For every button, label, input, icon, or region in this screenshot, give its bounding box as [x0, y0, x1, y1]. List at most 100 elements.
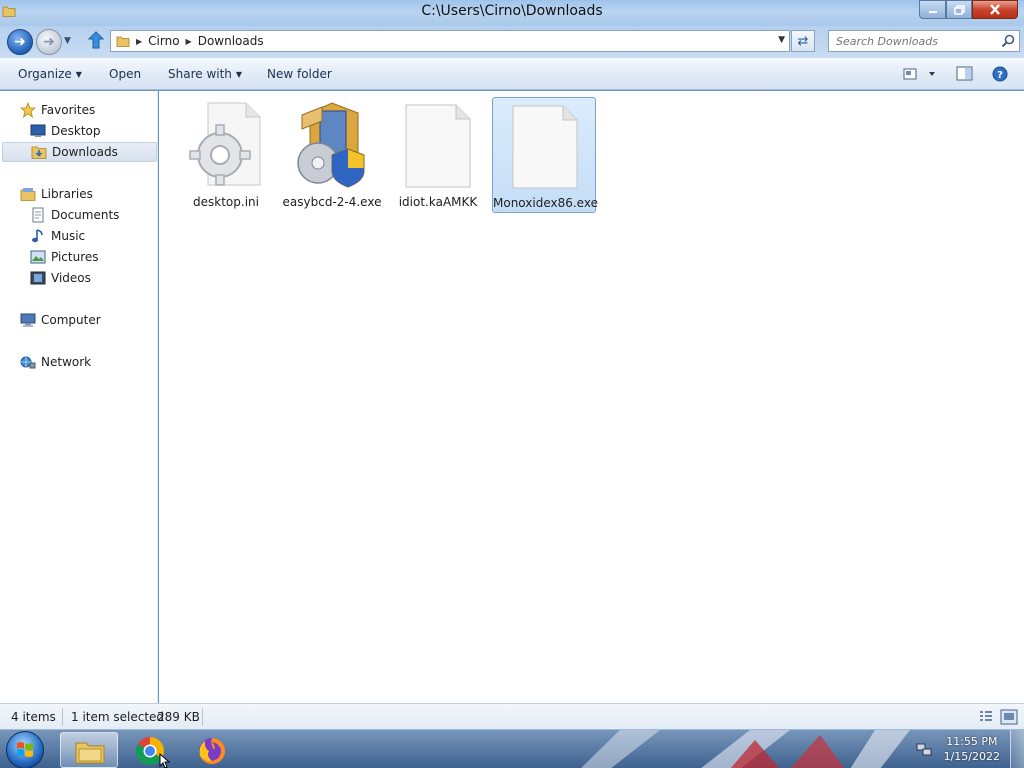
nav-network[interactable]: Network: [20, 352, 91, 372]
nav-videos[interactable]: Videos: [30, 268, 91, 288]
large-icons-view-icon[interactable]: [1000, 709, 1018, 725]
minimize-button[interactable]: [919, 0, 946, 19]
nav-desktop[interactable]: Desktop: [30, 121, 101, 141]
selection-size: 289 KB: [157, 710, 200, 724]
recent-pages-dropdown[interactable]: ▼: [64, 36, 71, 46]
up-folder-button[interactable]: [86, 31, 106, 53]
back-button[interactable]: ➜: [7, 29, 33, 55]
close-icon: [990, 4, 1000, 15]
window-title: C:\Users\Cirno\Downloads: [421, 3, 603, 19]
organize-button[interactable]: Organize ▼: [18, 67, 82, 81]
forward-button[interactable]: ➜: [36, 29, 62, 55]
breadcrumb-downloads[interactable]: Downloads: [198, 34, 264, 48]
blank-file-icon: [405, 104, 471, 188]
refresh-icon: ⇄: [797, 33, 809, 49]
search-icon[interactable]: [1001, 34, 1015, 48]
maximize-button[interactable]: [946, 0, 972, 19]
svg-text:?: ?: [997, 70, 1003, 81]
share-with-label: Share with: [168, 67, 232, 81]
breadcrumb-cirno[interactable]: Cirno: [148, 34, 179, 48]
nav-network-label: Network: [41, 355, 92, 369]
blank-file-icon: [512, 105, 578, 189]
nav-favorites-label: Favorites: [41, 103, 96, 117]
new-folder-button[interactable]: New folder: [267, 67, 332, 81]
up-arrow-icon: [87, 31, 105, 49]
file-list-view[interactable]: desktop.ini easybcd-2-4.exe idiot.kaAMKK…: [159, 91, 1024, 703]
nav-pictures[interactable]: Pictures: [30, 247, 99, 267]
forward-arrow-icon: ➜: [43, 34, 55, 50]
documents-icon: [32, 207, 44, 223]
file-item-idiot[interactable]: idiot.kaAMKK: [386, 97, 490, 213]
show-desktop-button[interactable]: [1010, 730, 1024, 768]
nav-music[interactable]: Music: [30, 226, 85, 246]
file-item-monoxidex86[interactable]: Monoxidex86.exe: [492, 97, 598, 213]
nav-downloads-label: Downloads: [52, 145, 118, 159]
downloads-folder-icon: [31, 146, 47, 159]
back-arrow-icon: ➜: [14, 34, 26, 50]
views-icon: [903, 68, 935, 80]
address-bar-row: ➜ ➜ ▼ ▶ Cirno ▶ Downloads ▼ ⇄: [0, 26, 1024, 58]
window-controls: [919, 0, 1018, 19]
installer-icon: [297, 102, 365, 188]
preview-pane-button[interactable]: [956, 66, 974, 82]
pictures-icon: [30, 250, 46, 264]
change-view-button[interactable]: [903, 66, 941, 82]
help-button[interactable]: ?: [992, 66, 1008, 82]
computer-icon: [20, 313, 36, 327]
settings-file-icon: [189, 102, 261, 186]
address-input[interactable]: ▶ Cirno ▶ Downloads ▼: [110, 30, 790, 52]
nav-videos-label: Videos: [51, 271, 91, 285]
status-divider: [202, 708, 203, 726]
taskbar-explorer-button[interactable]: [60, 732, 118, 768]
nav-downloads[interactable]: Downloads: [2, 142, 157, 162]
chevron-down-icon: ▼: [235, 70, 243, 79]
nav-computer-label: Computer: [41, 313, 101, 327]
search-input[interactable]: [829, 31, 994, 51]
breadcrumb-separator-icon[interactable]: ▶: [186, 37, 192, 46]
taskbar-firefox-button[interactable]: [184, 732, 242, 768]
nav-documents[interactable]: Documents: [30, 205, 119, 225]
libraries-icon: [20, 188, 36, 201]
taskbar-chrome-button[interactable]: [122, 732, 180, 768]
close-button[interactable]: [972, 0, 1018, 19]
file-name: easybcd-2-4.exe: [282, 195, 382, 209]
firefox-icon: [199, 738, 225, 764]
nav-computer[interactable]: Computer: [20, 310, 101, 330]
file-name: idiot.kaAMKK: [398, 195, 478, 209]
file-name: Monoxidex86.exe: [493, 196, 598, 210]
search-box[interactable]: [828, 30, 1020, 52]
folder-icon: [116, 36, 130, 47]
minimize-icon: [928, 10, 937, 13]
share-with-button[interactable]: Share with ▼: [168, 67, 242, 81]
open-button[interactable]: Open: [109, 67, 141, 81]
music-icon: [32, 229, 43, 243]
nav-favorites[interactable]: Favorites: [20, 100, 95, 120]
selection-count: 1 item selected: [71, 710, 165, 724]
star-icon: [20, 102, 36, 118]
item-count: 4 items: [11, 710, 56, 724]
start-button[interactable]: [6, 731, 44, 768]
file-item-easybcd[interactable]: easybcd-2-4.exe: [280, 97, 384, 213]
nav-libraries[interactable]: Libraries: [20, 184, 93, 204]
details-view-icon[interactable]: [978, 709, 994, 725]
nav-pictures-label: Pictures: [51, 250, 99, 264]
network-tray-icon[interactable]: [916, 741, 932, 757]
videos-icon: [30, 271, 46, 285]
breadcrumb-separator-icon[interactable]: ▶: [136, 37, 142, 46]
file-item-desktop-ini[interactable]: desktop.ini: [174, 97, 278, 213]
help-icon: ?: [992, 66, 1008, 82]
desktop-icon: [30, 124, 46, 137]
nav-documents-label: Documents: [51, 208, 120, 222]
status-divider: [62, 708, 63, 726]
windows-explorer-icon: [75, 742, 105, 764]
new-folder-label: New folder: [267, 67, 332, 81]
refresh-button[interactable]: ⇄: [791, 30, 815, 52]
title-bar: C:\Users\Cirno\Downloads: [0, 0, 1024, 26]
nav-libraries-label: Libraries: [41, 187, 93, 201]
preview-pane-icon: [956, 66, 973, 81]
nav-desktop-label: Desktop: [51, 124, 101, 138]
clock-date: 1/15/2022: [943, 750, 1000, 763]
command-bar: Organize ▼ Open Share with ▼ New folder ?: [0, 58, 1024, 90]
address-history-dropdown[interactable]: ▼: [778, 35, 785, 45]
system-clock[interactable]: 11:55 PM 1/15/2022: [944, 734, 1000, 764]
